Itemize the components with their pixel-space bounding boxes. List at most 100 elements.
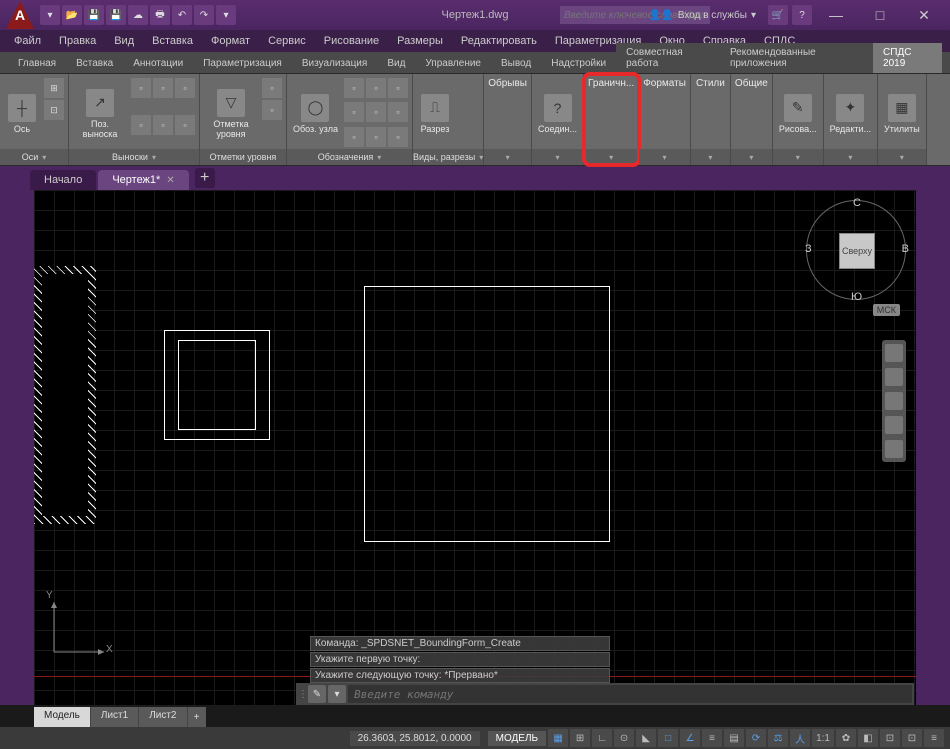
- menu-draw[interactable]: Рисование: [316, 33, 387, 49]
- ribbon-tab-insert[interactable]: Вставка: [66, 54, 123, 73]
- nav-wheel-icon[interactable]: [885, 344, 903, 362]
- desig-s2[interactable]: ▫: [366, 78, 386, 98]
- menu-edit[interactable]: Правка: [51, 33, 104, 49]
- status-workspace-icon[interactable]: ◧: [858, 729, 878, 747]
- status-monitor-icon[interactable]: ⊡: [880, 729, 900, 747]
- status-gear-icon[interactable]: ✿: [836, 729, 856, 747]
- axis-opt1[interactable]: ⊞: [44, 78, 64, 98]
- status-snap-icon[interactable]: ⊞: [570, 729, 590, 747]
- desig-s9[interactable]: ▫: [388, 127, 408, 147]
- menu-insert[interactable]: Вставка: [144, 33, 201, 49]
- ribbon-tab-home[interactable]: Главная: [8, 54, 66, 73]
- viewcube-south[interactable]: Ю: [851, 291, 862, 303]
- qat-new-icon[interactable]: ▾: [40, 5, 60, 25]
- status-ortho-icon[interactable]: ∟: [592, 729, 612, 747]
- expand-icon[interactable]: ▾: [479, 153, 483, 162]
- cart-icon[interactable]: 🛒: [768, 5, 788, 25]
- level-s2[interactable]: ▫: [262, 100, 282, 120]
- expand-icon[interactable]: ▾: [42, 153, 46, 162]
- ucs-icon[interactable]: X Y: [44, 602, 114, 675]
- menu-modify[interactable]: Редактировать: [453, 33, 545, 49]
- nav-orbit-icon[interactable]: [885, 416, 903, 434]
- status-scale-label[interactable]: 1:1: [812, 729, 834, 747]
- connect-button[interactable]: ?Соедин...: [536, 78, 579, 149]
- viewcube-top-face[interactable]: Сверху: [839, 233, 875, 269]
- doctab-drawing1[interactable]: Чертеж1*✕: [98, 170, 188, 190]
- menu-dimension[interactable]: Размеры: [389, 33, 451, 49]
- nav-pan-icon[interactable]: [885, 368, 903, 386]
- layout-sheet2[interactable]: Лист2: [139, 707, 187, 727]
- status-transparency-icon[interactable]: ▤: [724, 729, 744, 747]
- status-isodraft-icon[interactable]: ◣: [636, 729, 656, 747]
- grip-icon[interactable]: ⋮⋮: [298, 689, 306, 700]
- callout-s2[interactable]: ▫: [153, 78, 173, 98]
- add-layout-button[interactable]: +: [188, 707, 206, 727]
- nav-zoom-icon[interactable]: [885, 392, 903, 410]
- nav-showmotion-icon[interactable]: [885, 440, 903, 458]
- ribbon-tab-annotate[interactable]: Аннотации: [123, 54, 193, 73]
- add-tab-button[interactable]: +: [195, 168, 215, 188]
- section-button[interactable]: ⎍ Разрез: [417, 78, 453, 149]
- status-coordinates[interactable]: 26.3603, 25.8012, 0.0000: [350, 731, 480, 746]
- cmd-recent-icon[interactable]: ▾: [328, 685, 346, 703]
- maximize-button[interactable]: □: [860, 1, 900, 29]
- level-s1[interactable]: ▫: [262, 78, 282, 98]
- ribbon-tab-view[interactable]: Вид: [377, 54, 415, 73]
- ribbon-tab-addins[interactable]: Надстройки: [541, 54, 616, 73]
- callout-s4[interactable]: ▫: [131, 115, 151, 135]
- close-tab-icon[interactable]: ✕: [166, 175, 174, 186]
- axis-opt2[interactable]: ⊡: [44, 100, 64, 120]
- designation-button[interactable]: ◯ Обоз. узла: [291, 78, 340, 149]
- menu-view[interactable]: Вид: [106, 33, 142, 49]
- desig-s5[interactable]: ▫: [366, 102, 386, 122]
- callout-s3[interactable]: ▫: [175, 78, 195, 98]
- desig-s1[interactable]: ▫: [344, 78, 364, 98]
- expand-icon[interactable]: ▾: [749, 153, 753, 162]
- desig-s3[interactable]: ▫: [388, 78, 408, 98]
- callout-s5[interactable]: ▫: [153, 115, 173, 135]
- ribbon-tab-parametric[interactable]: Параметризация: [193, 54, 292, 73]
- qat-more-icon[interactable]: ▾: [216, 5, 236, 25]
- ribbon-tab-featured[interactable]: Рекомендованные приложения: [720, 43, 873, 73]
- status-annovisibility-icon[interactable]: 人: [790, 729, 810, 747]
- cmd-customize-icon[interactable]: ✎: [308, 685, 326, 703]
- qat-undo-icon[interactable]: ↶: [172, 5, 192, 25]
- qat-saveas-icon[interactable]: 💾: [106, 5, 126, 25]
- ribbon-tab-collaborate[interactable]: Совместная работа: [616, 43, 720, 73]
- panel-breaks[interactable]: Обрывы ▾: [484, 74, 532, 165]
- panel-boundary[interactable]: Граничн... ▾: [584, 74, 639, 165]
- expand-icon[interactable]: ▾: [900, 153, 904, 162]
- callout-button[interactable]: ↗ Поз. выноска: [73, 78, 127, 149]
- app-logo[interactable]: A: [6, 1, 34, 29]
- qat-web-icon[interactable]: ☁: [128, 5, 148, 25]
- menu-format[interactable]: Формат: [203, 33, 258, 49]
- doctab-start[interactable]: Начало: [30, 170, 96, 190]
- desig-s8[interactable]: ▫: [366, 127, 386, 147]
- close-button[interactable]: ✕: [904, 1, 944, 29]
- command-input[interactable]: [348, 685, 912, 703]
- callout-s1[interactable]: ▫: [131, 78, 151, 98]
- level-button[interactable]: ▽ Отметка уровня: [204, 78, 258, 149]
- draw-button[interactable]: ✎Рисова...: [777, 78, 819, 149]
- expand-icon[interactable]: ▾: [609, 153, 613, 162]
- desig-s4[interactable]: ▫: [344, 102, 364, 122]
- viewcube-north[interactable]: С: [853, 197, 861, 209]
- status-cycling-icon[interactable]: ⟳: [746, 729, 766, 747]
- viewcube-east[interactable]: В: [902, 243, 909, 255]
- status-units-icon[interactable]: ⊡: [902, 729, 922, 747]
- viewcube-west[interactable]: З: [805, 243, 812, 255]
- menu-tools[interactable]: Сервис: [260, 33, 314, 49]
- qat-save-icon[interactable]: 💾: [84, 5, 104, 25]
- desig-s6[interactable]: ▫: [388, 102, 408, 122]
- qat-redo-icon[interactable]: ↷: [194, 5, 214, 25]
- status-space[interactable]: МОДЕЛЬ: [488, 731, 546, 746]
- panel-styles[interactable]: Стили ▾: [691, 74, 731, 165]
- ribbon-tab-spds[interactable]: СПДС 2019: [873, 43, 942, 73]
- help-icon[interactable]: ?: [792, 5, 812, 25]
- status-lineweight-icon[interactable]: ≡: [702, 729, 722, 747]
- status-polar-icon[interactable]: ⊙: [614, 729, 634, 747]
- layout-model[interactable]: Модель: [34, 707, 91, 727]
- edit-button[interactable]: ✦Редакти...: [828, 78, 873, 149]
- ribbon-tab-output[interactable]: Вывод: [491, 54, 541, 73]
- expand-icon[interactable]: ▾: [796, 153, 800, 162]
